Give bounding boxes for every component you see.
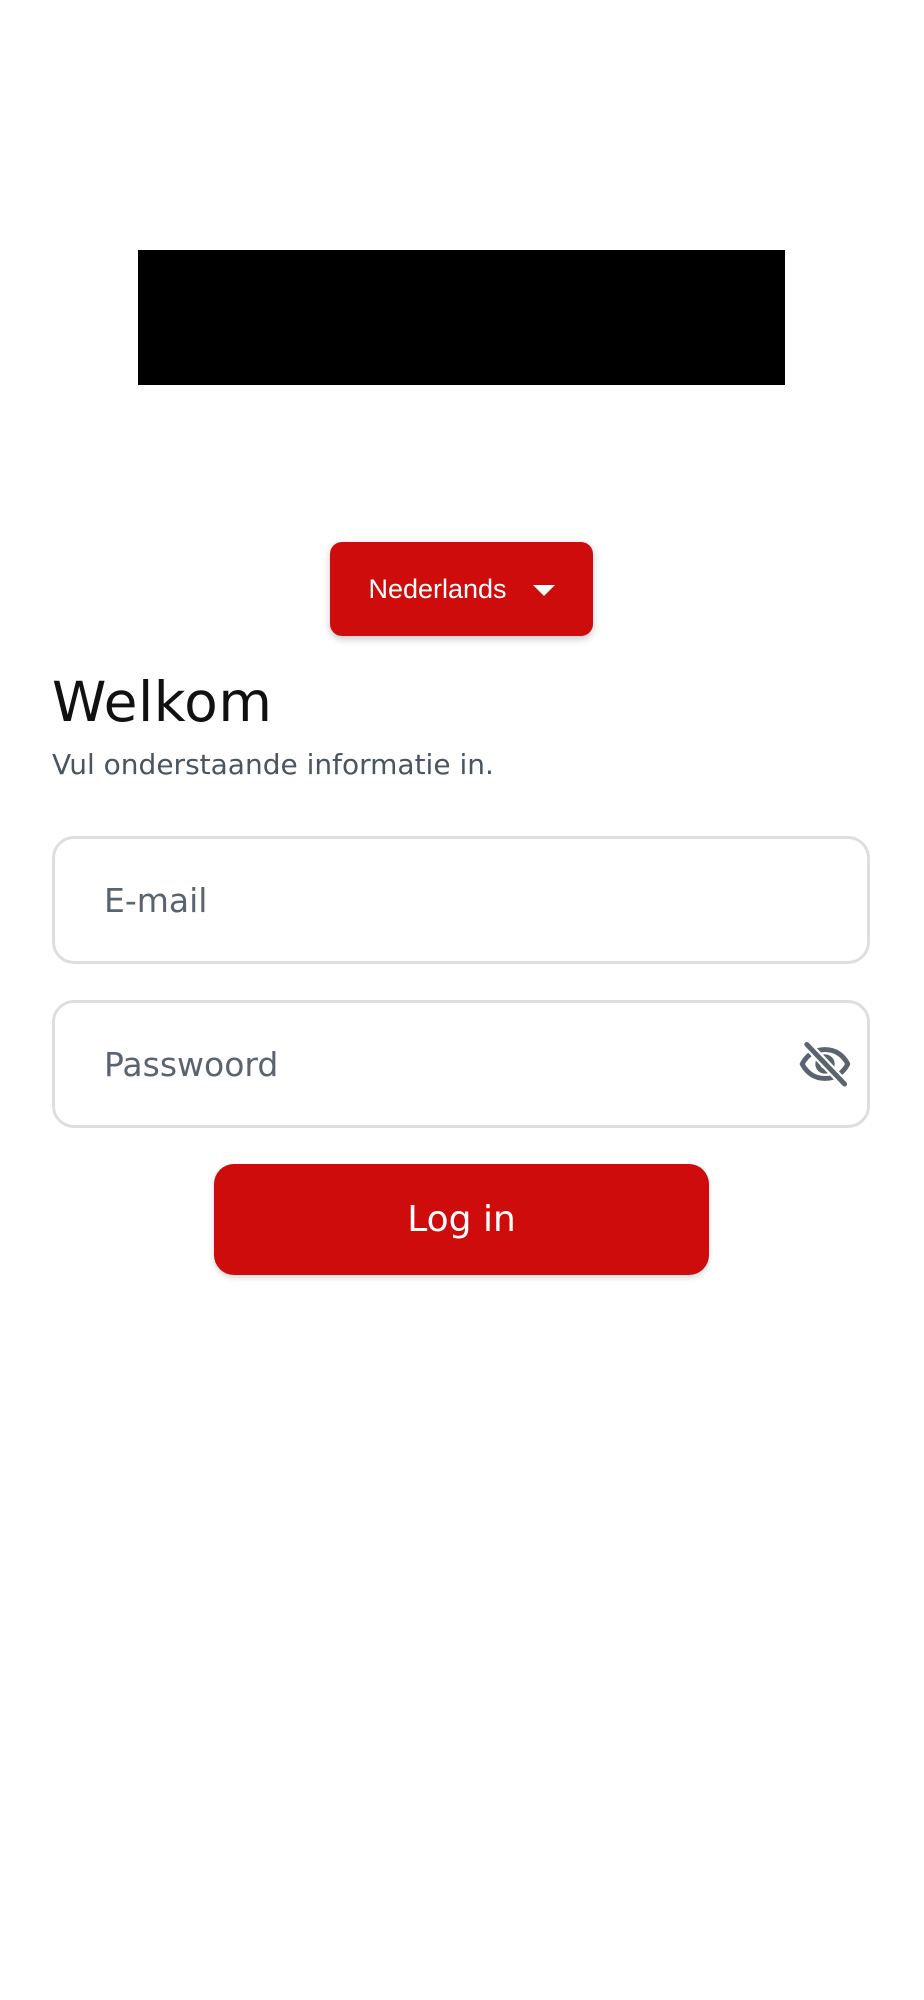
email-input[interactable] bbox=[55, 839, 867, 961]
eye-off-icon[interactable] bbox=[797, 1036, 853, 1092]
login-button[interactable]: Log in bbox=[214, 1164, 709, 1275]
password-field[interactable] bbox=[52, 1000, 870, 1128]
language-label: Nederlands bbox=[368, 573, 507, 604]
password-input[interactable] bbox=[55, 1003, 797, 1125]
caret-down-icon bbox=[532, 584, 555, 596]
language-select-button[interactable]: Nederlands bbox=[330, 542, 593, 636]
email-field[interactable] bbox=[52, 836, 870, 964]
logo-redacted bbox=[138, 250, 785, 385]
page-title: Welkom bbox=[52, 670, 273, 734]
page-subtitle: Vul onderstaande informatie in. bbox=[52, 748, 494, 781]
